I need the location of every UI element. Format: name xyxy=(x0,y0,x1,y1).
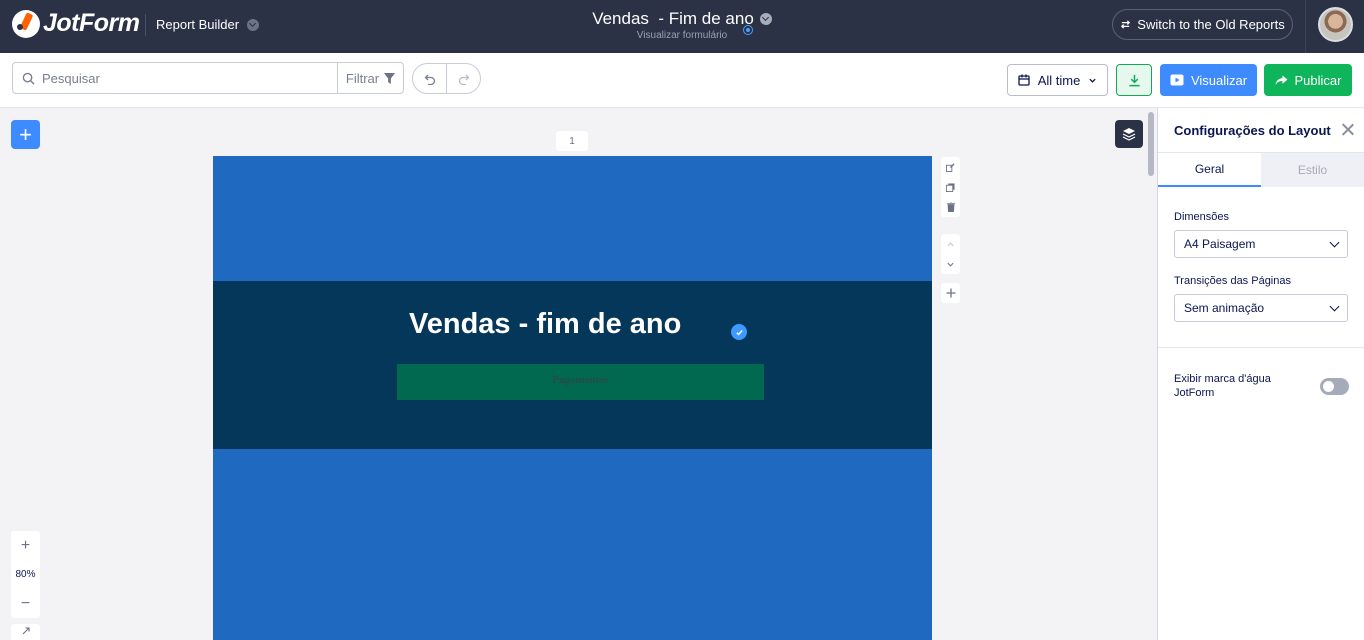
watermark-toggle[interactable] xyxy=(1320,377,1349,395)
chevron-down-icon xyxy=(1329,237,1340,247)
save-status-dot xyxy=(744,26,752,34)
panel-tabs: Geral Estilo xyxy=(1158,152,1364,187)
search-input[interactable] xyxy=(42,70,302,86)
transitions-label: Transições das Páginas xyxy=(1174,275,1291,287)
jotform-logo-icon xyxy=(12,9,40,38)
redo-button[interactable] xyxy=(447,64,480,93)
dimensions-value: A4 Paisagem xyxy=(1184,237,1256,251)
move-page-up-button[interactable] xyxy=(941,234,960,254)
page-action-group xyxy=(941,157,960,217)
switch-arrows-icon xyxy=(1121,20,1131,29)
filter-button[interactable]: Filtrar xyxy=(337,62,404,94)
tab-general[interactable]: Geral xyxy=(1158,153,1261,187)
chevron-down-icon xyxy=(1329,301,1340,311)
layers-icon xyxy=(1122,128,1136,141)
publish-label: Publicar xyxy=(1294,72,1342,88)
chevron-down-icon xyxy=(947,262,954,267)
canvas-scrollbar[interactable] xyxy=(1148,112,1154,176)
zoom-level: 80% xyxy=(15,569,36,580)
date-range-value: All time xyxy=(1037,72,1081,88)
zoom-in-button[interactable]: + xyxy=(11,531,40,560)
watermark-setting: Exibir marca d'água JotForm xyxy=(1158,348,1364,400)
download-icon xyxy=(1128,74,1140,86)
panel-header: Configurações do Layout xyxy=(1158,108,1364,152)
play-icon xyxy=(1170,74,1184,86)
user-avatar[interactable] xyxy=(1318,7,1353,42)
trash-icon xyxy=(946,202,955,212)
report-page-subtitle: Pagamentos xyxy=(552,374,609,386)
expand-icon xyxy=(22,627,30,635)
redo-icon xyxy=(458,74,469,85)
old-reports-label: Switch to the Old Reports xyxy=(1137,17,1285,32)
filter-label: Filtrar xyxy=(345,70,380,86)
plus-icon xyxy=(946,288,955,298)
report-toolbar: Filtrar All time Visualizar Publicar xyxy=(0,53,1364,108)
jotform-logo[interactable]: JotForm xyxy=(12,9,140,38)
date-range-select[interactable]: All time xyxy=(1007,64,1108,96)
layout-settings-panel: Configurações do Layout Geral Estilo Dim… xyxy=(1157,108,1364,640)
report-page-subtitle-box[interactable]: Pagamentos xyxy=(397,364,764,400)
chevron-down-icon xyxy=(759,13,772,25)
report-title: Vendas - Fim de ano xyxy=(592,9,754,28)
transitions-select[interactable]: Sem animação xyxy=(1174,294,1348,322)
switch-old-reports-button[interactable]: Switch to the Old Reports xyxy=(1112,9,1293,40)
page-tools xyxy=(941,157,960,303)
chevron-up-icon xyxy=(947,241,954,246)
preview-button[interactable]: Visualizar xyxy=(1160,64,1257,96)
check-icon xyxy=(731,324,747,340)
layers-button[interactable] xyxy=(1115,120,1143,148)
logo-text: JotForm xyxy=(43,9,140,37)
panel-title: Configurações do Layout xyxy=(1174,122,1331,138)
filter-icon xyxy=(384,72,396,84)
app-name: Report Builder xyxy=(156,17,240,32)
delete-page-button[interactable] xyxy=(941,197,960,217)
search-icon xyxy=(22,72,35,85)
calendar-icon xyxy=(1018,74,1030,86)
page-number: 1 xyxy=(556,131,588,151)
add-page-group xyxy=(941,283,960,303)
chevron-down-icon xyxy=(1089,78,1096,83)
preview-label: Visualizar xyxy=(1190,72,1248,88)
add-page-button[interactable] xyxy=(941,283,960,303)
undo-redo-group xyxy=(412,63,481,94)
duplicate-page-button[interactable] xyxy=(941,177,960,197)
publish-button[interactable]: Publicar xyxy=(1264,64,1352,96)
zoom-control: + 80% − xyxy=(11,531,40,618)
edit-page-icon xyxy=(946,162,955,172)
move-page-down-button[interactable] xyxy=(941,254,960,274)
chevron-down-icon xyxy=(247,18,260,31)
add-element-button[interactable]: + xyxy=(11,120,40,149)
share-arrow-icon xyxy=(1275,74,1287,85)
dimensions-select[interactable]: A4 Paisagem xyxy=(1174,230,1348,258)
watermark-label: Exibir marca d'água JotForm xyxy=(1174,373,1271,399)
transitions-value: Sem animação xyxy=(1184,301,1265,315)
title-band[interactable]: Vendas - fim de ano Pagamentos xyxy=(213,281,932,449)
divider xyxy=(145,14,146,36)
app-switcher[interactable]: Report Builder xyxy=(156,17,260,32)
divider xyxy=(1305,0,1306,53)
undo-icon xyxy=(424,74,435,85)
page-move-group xyxy=(941,234,960,274)
zoom-out-button[interactable]: − xyxy=(11,589,40,618)
search-box xyxy=(12,62,338,94)
copy-icon xyxy=(946,182,955,192)
top-navbar: JotForm Report Builder Vendas - Fim de a… xyxy=(0,0,1364,53)
report-page-title[interactable]: Vendas - fim de ano xyxy=(409,308,681,341)
dimensions-label: Dimensões xyxy=(1174,211,1230,223)
page-settings-button[interactable] xyxy=(941,157,960,177)
undo-button[interactable] xyxy=(413,64,447,93)
view-form-link[interactable]: Visualizar formulário xyxy=(520,30,844,41)
fullscreen-button[interactable] xyxy=(11,624,40,640)
report-title-area: Vendas - Fim de ano Visualizar formulári… xyxy=(520,9,844,41)
download-button[interactable] xyxy=(1116,64,1152,96)
report-page[interactable]: Vendas - fim de ano Pagamentos xyxy=(213,156,932,640)
tab-style[interactable]: Estilo xyxy=(1261,153,1364,187)
close-icon[interactable] xyxy=(1341,123,1354,136)
